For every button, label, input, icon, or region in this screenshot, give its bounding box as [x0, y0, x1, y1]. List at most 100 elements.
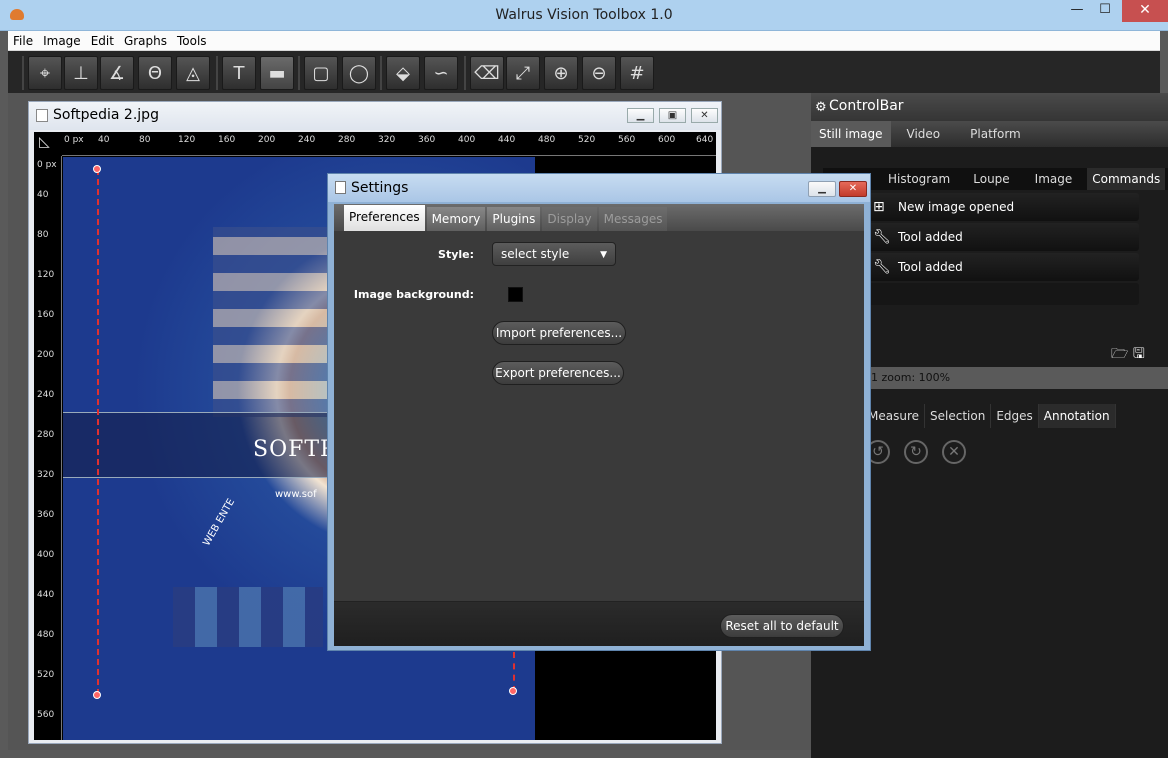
v-ruler-label: 480 — [37, 630, 55, 640]
open-folder-icon[interactable]: 🗁 — [1111, 346, 1128, 362]
reset-defaults-button[interactable]: Reset all to default — [720, 614, 844, 638]
export-preferences-button[interactable]: Export preferences... — [492, 361, 624, 385]
toolbar-separator — [22, 56, 24, 90]
minimize-button[interactable]: — — [1064, 0, 1090, 22]
tab-preferences[interactable]: Preferences — [344, 205, 425, 231]
toolbar-separator — [216, 56, 218, 90]
tab-measure[interactable]: Measure — [863, 404, 925, 428]
zoom-out-tool-icon: ⊖ — [591, 62, 607, 84]
eraser-tool-button[interactable]: ⌫ — [470, 56, 504, 90]
tab-plugins[interactable]: Plugins — [487, 207, 541, 231]
image-web-text: WEB ENTE — [201, 497, 238, 548]
crosshair-tool-icon: ⌖ — [39, 62, 51, 84]
settings-close-button[interactable]: ✕ — [839, 181, 867, 197]
subtab-loupe[interactable]: Loupe — [963, 168, 1019, 190]
import-preferences-button[interactable]: Import preferences... — [492, 321, 626, 345]
zoom-out-tool-button[interactable]: ⊖ — [582, 56, 616, 90]
tab-selection[interactable]: Selection — [925, 404, 992, 428]
horizontal-ruler: 0 px 40 80 120 160 200 240 280 320 360 4… — [62, 132, 716, 156]
path-tool-icon: ∽ — [433, 62, 449, 84]
measure-handle[interactable] — [93, 165, 101, 173]
maximize-button[interactable]: ☐ — [1092, 0, 1118, 22]
h-ruler-label: 80 — [139, 135, 151, 145]
controlbar-tabs: Still image Video Platform — [811, 121, 1168, 147]
h-ruler-label: 400 — [458, 135, 476, 145]
h-ruler-label: 120 — [178, 135, 196, 145]
text-tool-icon: T — [233, 62, 245, 84]
image-doc-icon — [36, 109, 48, 122]
resize-tool-button[interactable]: ⤢ — [506, 56, 540, 90]
controlbar-subtabs: Histogram Loupe Image Commands — [823, 168, 1168, 190]
h-ruler-label: 200 — [258, 135, 276, 145]
new-image-icon: ⊞ — [873, 199, 885, 215]
angle-tool-button[interactable]: ∡ — [100, 56, 134, 90]
tab-edges[interactable]: Edges — [991, 404, 1039, 428]
wrench-icon: 🔧︎ — [873, 259, 891, 275]
controlbar-title-text: ControlBar — [829, 98, 904, 114]
v-ruler-label: 400 — [37, 550, 55, 560]
command-label: New image opened — [898, 200, 1015, 214]
image-window-title: Softpedia 2.jpg — [53, 107, 159, 123]
save-icon[interactable]: 🖫 — [1133, 346, 1145, 362]
zoom-in-tool-button[interactable]: ⊕ — [544, 56, 578, 90]
circle-tool-button[interactable]: Θ — [138, 56, 172, 90]
style-select[interactable]: select style ▼ — [492, 242, 616, 266]
rect-select-tool-button[interactable]: ▢ — [304, 56, 338, 90]
image-maximize-button[interactable]: ▣ — [659, 108, 686, 123]
h-ruler-label: 560 — [618, 135, 636, 145]
tab-display: Display — [542, 207, 597, 231]
ellipse-select-tool-button[interactable]: ◯ — [342, 56, 376, 90]
h-ruler-label: 520 — [578, 135, 596, 145]
crosshair-tool-button[interactable]: ⌖ — [28, 56, 62, 90]
ellipse-select-tool-icon: ◯ — [348, 62, 370, 84]
redo-icon[interactable]: ↻ — [904, 440, 928, 464]
measure-handle[interactable] — [509, 687, 517, 695]
subtab-commands[interactable]: Commands — [1087, 168, 1166, 190]
eraser-tool-icon: ⌫ — [474, 62, 500, 84]
settings-title: Settings — [351, 180, 409, 196]
text-tool-button[interactable]: T — [222, 56, 256, 90]
h-ruler-label: 640 — [696, 135, 714, 145]
gear-icon: ⚙ — [815, 100, 827, 115]
subtab-image[interactable]: Image — [1020, 168, 1088, 190]
tab-annotation[interactable]: Annotation — [1038, 404, 1116, 428]
menu-tools[interactable]: Tools — [172, 34, 212, 48]
v-ruler-label: 80 — [37, 230, 49, 240]
zoom-in-tool-icon: ⊕ — [553, 62, 569, 84]
fill-tool-button[interactable]: ⬙ — [386, 56, 420, 90]
tab-memory[interactable]: Memory — [426, 207, 486, 231]
v-ruler-label: 240 — [37, 390, 55, 400]
v-ruler-label: 320 — [37, 470, 55, 480]
image-close-button[interactable]: ✕ — [691, 108, 718, 123]
tab-platform[interactable]: Platform — [956, 121, 1035, 147]
distance-tool-button[interactable]: ⊥ — [64, 56, 98, 90]
image-background-label: Image background: — [353, 288, 474, 301]
settings-titlebar[interactable]: Settings ▁ ✕ — [328, 174, 870, 202]
image-minimize-button[interactable]: ▁ — [627, 108, 654, 123]
path-tool-button[interactable]: ∽ — [424, 56, 458, 90]
background-color-swatch[interactable] — [508, 287, 523, 302]
line-style-tool-button[interactable]: ▬ — [260, 56, 294, 90]
delete-icon[interactable]: ✕ — [942, 440, 966, 464]
image-window-titlebar[interactable]: Softpedia 2.jpg ▁ ▣ ✕ — [29, 102, 721, 130]
tab-video[interactable]: Video — [891, 121, 957, 147]
close-button[interactable]: ✕ — [1122, 0, 1168, 22]
app-titlebar: Walrus Vision Toolbox 1.0 — ☐ ✕ — [0, 0, 1168, 31]
menu-file[interactable]: File — [8, 34, 38, 48]
grid-tool-button[interactable]: # — [620, 56, 654, 90]
panel-file-icons: 🗁 🖫 — [1111, 343, 1145, 367]
v-ruler-label: 200 — [37, 350, 55, 360]
v-ruler-label: 520 — [37, 670, 55, 680]
tab-still-image[interactable]: Still image — [811, 121, 891, 147]
h-ruler-label: 360 — [418, 135, 436, 145]
h-ruler-label: 0 px — [64, 135, 84, 145]
measure-line[interactable] — [513, 652, 515, 692]
menu-edit[interactable]: Edit — [86, 34, 119, 48]
menu-image[interactable]: Image — [38, 34, 86, 48]
measure-line[interactable] — [97, 169, 99, 695]
menu-graphs[interactable]: Graphs — [119, 34, 172, 48]
ruler-corner-icon: ◺ — [34, 132, 62, 156]
triangle-tool-button[interactable]: ◬ — [176, 56, 210, 90]
settings-minimize-button[interactable]: ▁ — [808, 181, 836, 197]
measure-handle[interactable] — [93, 691, 101, 699]
